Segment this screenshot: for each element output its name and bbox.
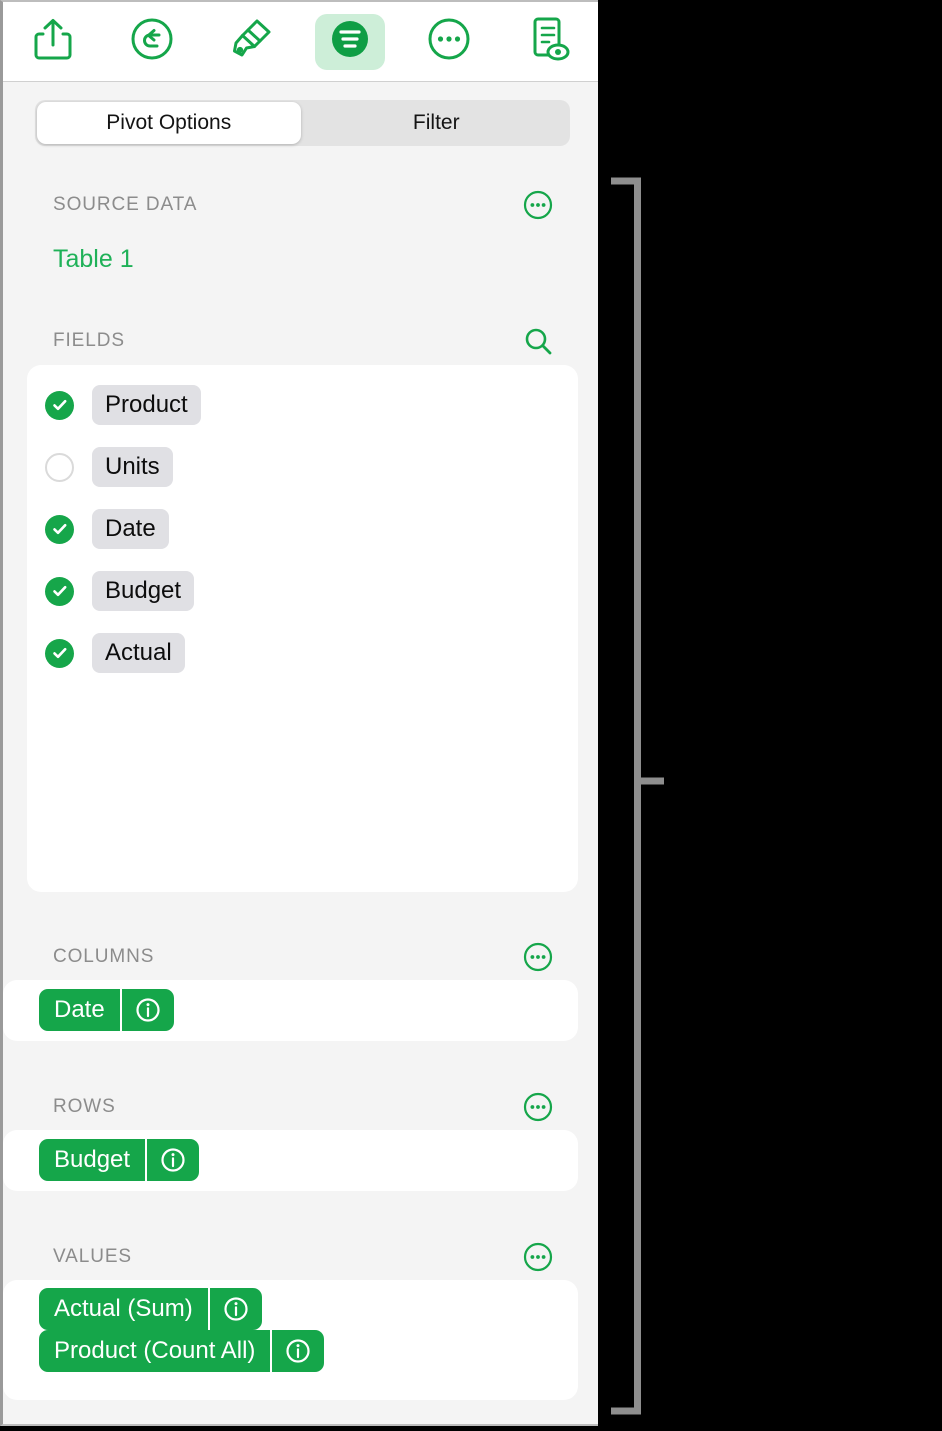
field-token-label: Actual (Sum) (54, 1295, 193, 1322)
ellipsis-circle-icon (523, 1092, 553, 1122)
pivot-options-inspector-panel: Pivot Options Filter SOURCE DATA Table 1… (0, 0, 598, 1426)
organize-pivot-button[interactable] (301, 2, 400, 82)
tab-pivot-options[interactable]: Pivot Options (37, 102, 301, 144)
document-preview-icon (526, 16, 570, 67)
checkmark-icon (52, 647, 66, 659)
field-token-info-button[interactable] (145, 1139, 199, 1181)
field-token[interactable]: Budget (39, 1139, 200, 1181)
field-token-info-button[interactable] (119, 989, 174, 1031)
ellipsis-circle-icon (523, 1242, 553, 1272)
source-table-name[interactable]: Table 1 (53, 245, 134, 274)
undo-icon (130, 17, 174, 66)
ellipsis-circle-icon (523, 190, 553, 220)
callout-bracket (598, 0, 942, 1426)
info-icon (136, 998, 160, 1022)
info-icon (161, 1148, 185, 1172)
field-token-label: Product (Count All) (54, 1337, 256, 1364)
field-name-chip[interactable]: Units (92, 447, 173, 487)
fields-search-button[interactable] (522, 325, 554, 357)
field-row[interactable]: Units (45, 445, 173, 489)
document-options-button[interactable] (499, 2, 598, 82)
field-token-info-button[interactable] (207, 1288, 262, 1330)
field-token[interactable]: Product (Count All) (39, 1330, 325, 1372)
rows-options-button[interactable] (522, 1091, 554, 1123)
columns-section-header: COLUMNS (3, 942, 578, 972)
field-row[interactable]: Budget (45, 569, 195, 613)
toolbar (3, 2, 598, 82)
field-checkbox-checked[interactable] (45, 638, 74, 668)
columns-options-button[interactable] (522, 941, 554, 973)
inspector-tab-bar: Pivot Options Filter (35, 100, 570, 146)
values-drop-zone[interactable]: Actual (Sum) Product (Count All) (3, 1280, 578, 1400)
field-name-chip[interactable]: Budget (92, 571, 195, 611)
rows-label: ROWS (53, 1096, 116, 1117)
undo-button[interactable] (102, 2, 201, 82)
field-row[interactable]: Date (45, 507, 169, 551)
rows-drop-zone[interactable]: Budget (3, 1130, 578, 1191)
pivot-icon (328, 17, 372, 66)
info-icon (224, 1297, 248, 1321)
format-button[interactable] (201, 2, 300, 82)
fields-section-header: FIELDS (3, 326, 578, 356)
info-icon (286, 1339, 311, 1363)
source-data-section-header: SOURCE DATA (3, 190, 578, 220)
field-checkbox-checked[interactable] (45, 576, 74, 606)
fields-label: FIELDS (53, 330, 125, 351)
field-checkbox-checked[interactable] (45, 514, 74, 544)
values-section-header: VALUES (3, 1242, 578, 1272)
field-checkbox-checked[interactable] (45, 390, 74, 420)
columns-label: COLUMNS (53, 946, 155, 967)
values-options-button[interactable] (522, 1241, 554, 1273)
columns-drop-zone[interactable]: Date (3, 980, 578, 1041)
field-name-chip[interactable]: Actual (92, 633, 185, 673)
field-name-chip[interactable]: Product (92, 385, 201, 425)
rows-section-header: ROWS (3, 1092, 578, 1122)
checkmark-icon (52, 585, 66, 597)
search-icon (525, 328, 552, 355)
field-token-label: Date (54, 996, 105, 1023)
field-row[interactable]: Product (45, 383, 201, 427)
field-token[interactable]: Date (39, 989, 174, 1031)
values-label: VALUES (53, 1246, 132, 1267)
more-options-button[interactable] (400, 2, 499, 82)
checkmark-icon (52, 523, 66, 535)
fields-list-card: Product Units Date Budget Actual (27, 365, 578, 892)
source-data-options-button[interactable] (522, 189, 554, 221)
field-row[interactable]: Actual (45, 631, 185, 675)
ellipsis-circle-icon (427, 17, 471, 66)
paintbrush-icon (229, 17, 273, 66)
share-icon (33, 17, 73, 66)
source-data-label: SOURCE DATA (53, 194, 198, 215)
field-token-label: Budget (54, 1146, 131, 1173)
field-token[interactable]: Actual (Sum) (39, 1288, 262, 1330)
checkmark-icon (52, 399, 66, 411)
field-checkbox-unchecked[interactable] (45, 452, 74, 482)
field-token-info-button[interactable] (270, 1330, 324, 1372)
field-name-chip[interactable]: Date (92, 509, 169, 549)
tab-filter[interactable]: Filter (305, 102, 569, 144)
ellipsis-circle-icon (523, 942, 553, 972)
share-button[interactable] (3, 2, 102, 82)
